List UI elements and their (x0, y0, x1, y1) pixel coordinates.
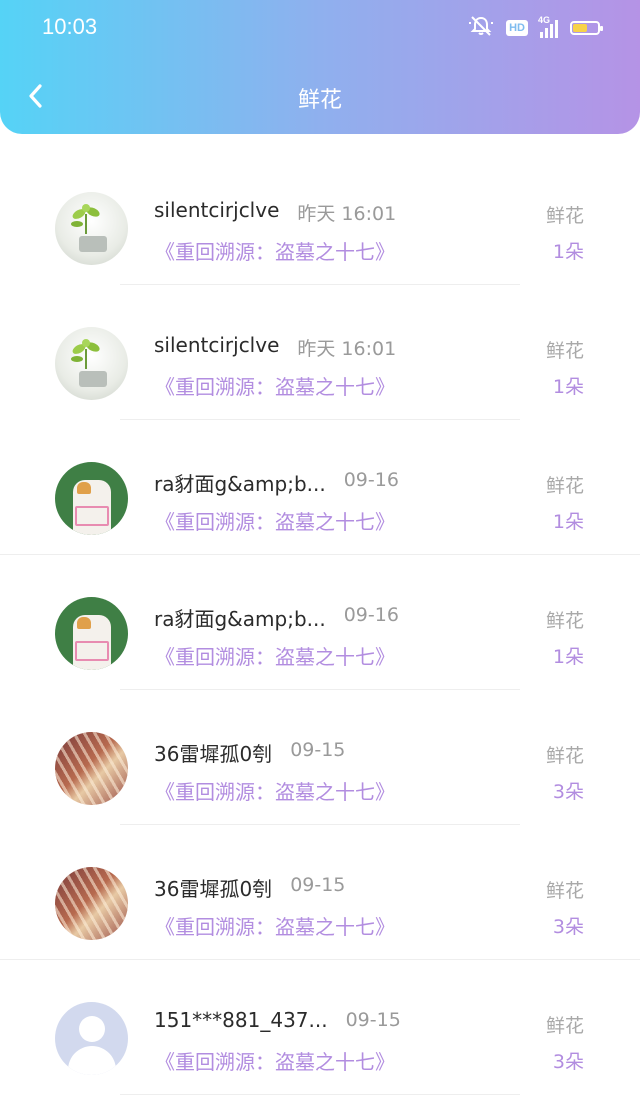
list-item[interactable]: silentcirjclve 昨天 16:01 《重回溯源：盗墓之十七》 鲜花 … (0, 285, 640, 420)
username: 151***881_437... (154, 1008, 328, 1032)
gift-count: 1朵 (552, 241, 584, 263)
gift-type-label: 鲜花 (545, 745, 584, 767)
gift-count: 1朵 (552, 646, 584, 668)
hd-icon: HD (506, 20, 528, 36)
list-item[interactable]: ra豺面g&amp;b... 09-16 《重回溯源：盗墓之十七》 鲜花 1朵 (0, 420, 640, 555)
timestamp: 昨天 16:01 (297, 203, 397, 225)
avatar[interactable] (55, 597, 128, 670)
avatar[interactable] (55, 192, 128, 265)
timestamp: 昨天 16:01 (297, 338, 397, 360)
page-title: 鲜花 (297, 88, 342, 113)
avatar[interactable] (55, 867, 128, 940)
book-title-link[interactable]: 《重回溯源：盗墓之十七》 (155, 1046, 395, 1075)
list-item[interactable]: 36雷墀孤0刳 09-15 《重回溯源：盗墓之十七》 鲜花 3朵 (0, 690, 640, 825)
gift-type-label: 鲜花 (545, 340, 584, 362)
book-title-link[interactable]: 《重回溯源：盗墓之十七》 (155, 641, 395, 670)
book-title-link[interactable]: 《重回溯源：盗墓之十七》 (155, 371, 395, 400)
avatar[interactable] (55, 732, 128, 805)
avatar[interactable] (55, 462, 128, 535)
gift-type-label: 鲜花 (545, 1015, 584, 1037)
gift-type-label: 鲜花 (545, 880, 584, 902)
gift-count: 1朵 (552, 511, 584, 533)
gift-type-label: 鲜花 (545, 610, 584, 632)
gift-count: 3朵 (552, 1051, 584, 1073)
list-item[interactable]: silentcirjclve 昨天 16:01 《重回溯源：盗墓之十七》 鲜花 … (0, 150, 640, 285)
divider (120, 1094, 520, 1095)
status-time: 10:03 (42, 14, 98, 39)
book-title-link[interactable]: 《重回溯源：盗墓之十七》 (155, 506, 395, 535)
username: 36雷墀孤0刳 (154, 742, 273, 766)
mute-bell-icon (468, 15, 494, 41)
timestamp: 09-15 (290, 739, 346, 761)
username: silentcirjclve (154, 333, 280, 357)
signal-4g-icon: 4G (538, 15, 558, 38)
gift-type-label: 鲜花 (545, 205, 584, 227)
username: ra豺面g&amp;b... (154, 607, 326, 631)
timestamp: 09-15 (345, 1009, 401, 1031)
avatar[interactable] (55, 327, 128, 400)
book-title-link[interactable]: 《重回溯源：盗墓之十七》 (155, 236, 395, 265)
header-bar: 10:03 HD 4G 鲜花 (0, 0, 640, 134)
gift-type-label: 鲜花 (545, 475, 584, 497)
status-bar: 10:03 HD 4G (0, 0, 640, 56)
username: silentcirjclve (154, 198, 280, 222)
avatar[interactable] (55, 1002, 128, 1075)
timestamp: 09-16 (343, 604, 399, 626)
book-title-link[interactable]: 《重回溯源：盗墓之十七》 (155, 776, 395, 805)
timestamp: 09-15 (290, 874, 346, 896)
gift-count: 1朵 (552, 376, 584, 398)
list-item[interactable]: 151***881_437... 09-15 《重回溯源：盗墓之十七》 鲜花 3… (0, 960, 640, 1095)
gift-record-list: silentcirjclve 昨天 16:01 《重回溯源：盗墓之十七》 鲜花 … (0, 150, 640, 1095)
network-label: 4G (538, 15, 551, 25)
username: 36雷墀孤0刳 (154, 877, 273, 901)
book-title-link[interactable]: 《重回溯源：盗墓之十七》 (155, 911, 395, 940)
gift-count: 3朵 (552, 916, 584, 938)
list-item[interactable]: ra豺面g&amp;b... 09-16 《重回溯源：盗墓之十七》 鲜花 1朵 (0, 555, 640, 690)
gift-count: 3朵 (552, 781, 584, 803)
status-icons: HD 4G (468, 15, 603, 41)
list-item[interactable]: 36雷墀孤0刳 09-15 《重回溯源：盗墓之十七》 鲜花 3朵 (0, 825, 640, 960)
timestamp: 09-16 (343, 469, 399, 491)
username: ra豺面g&amp;b... (154, 472, 326, 496)
battery-icon (570, 21, 603, 35)
